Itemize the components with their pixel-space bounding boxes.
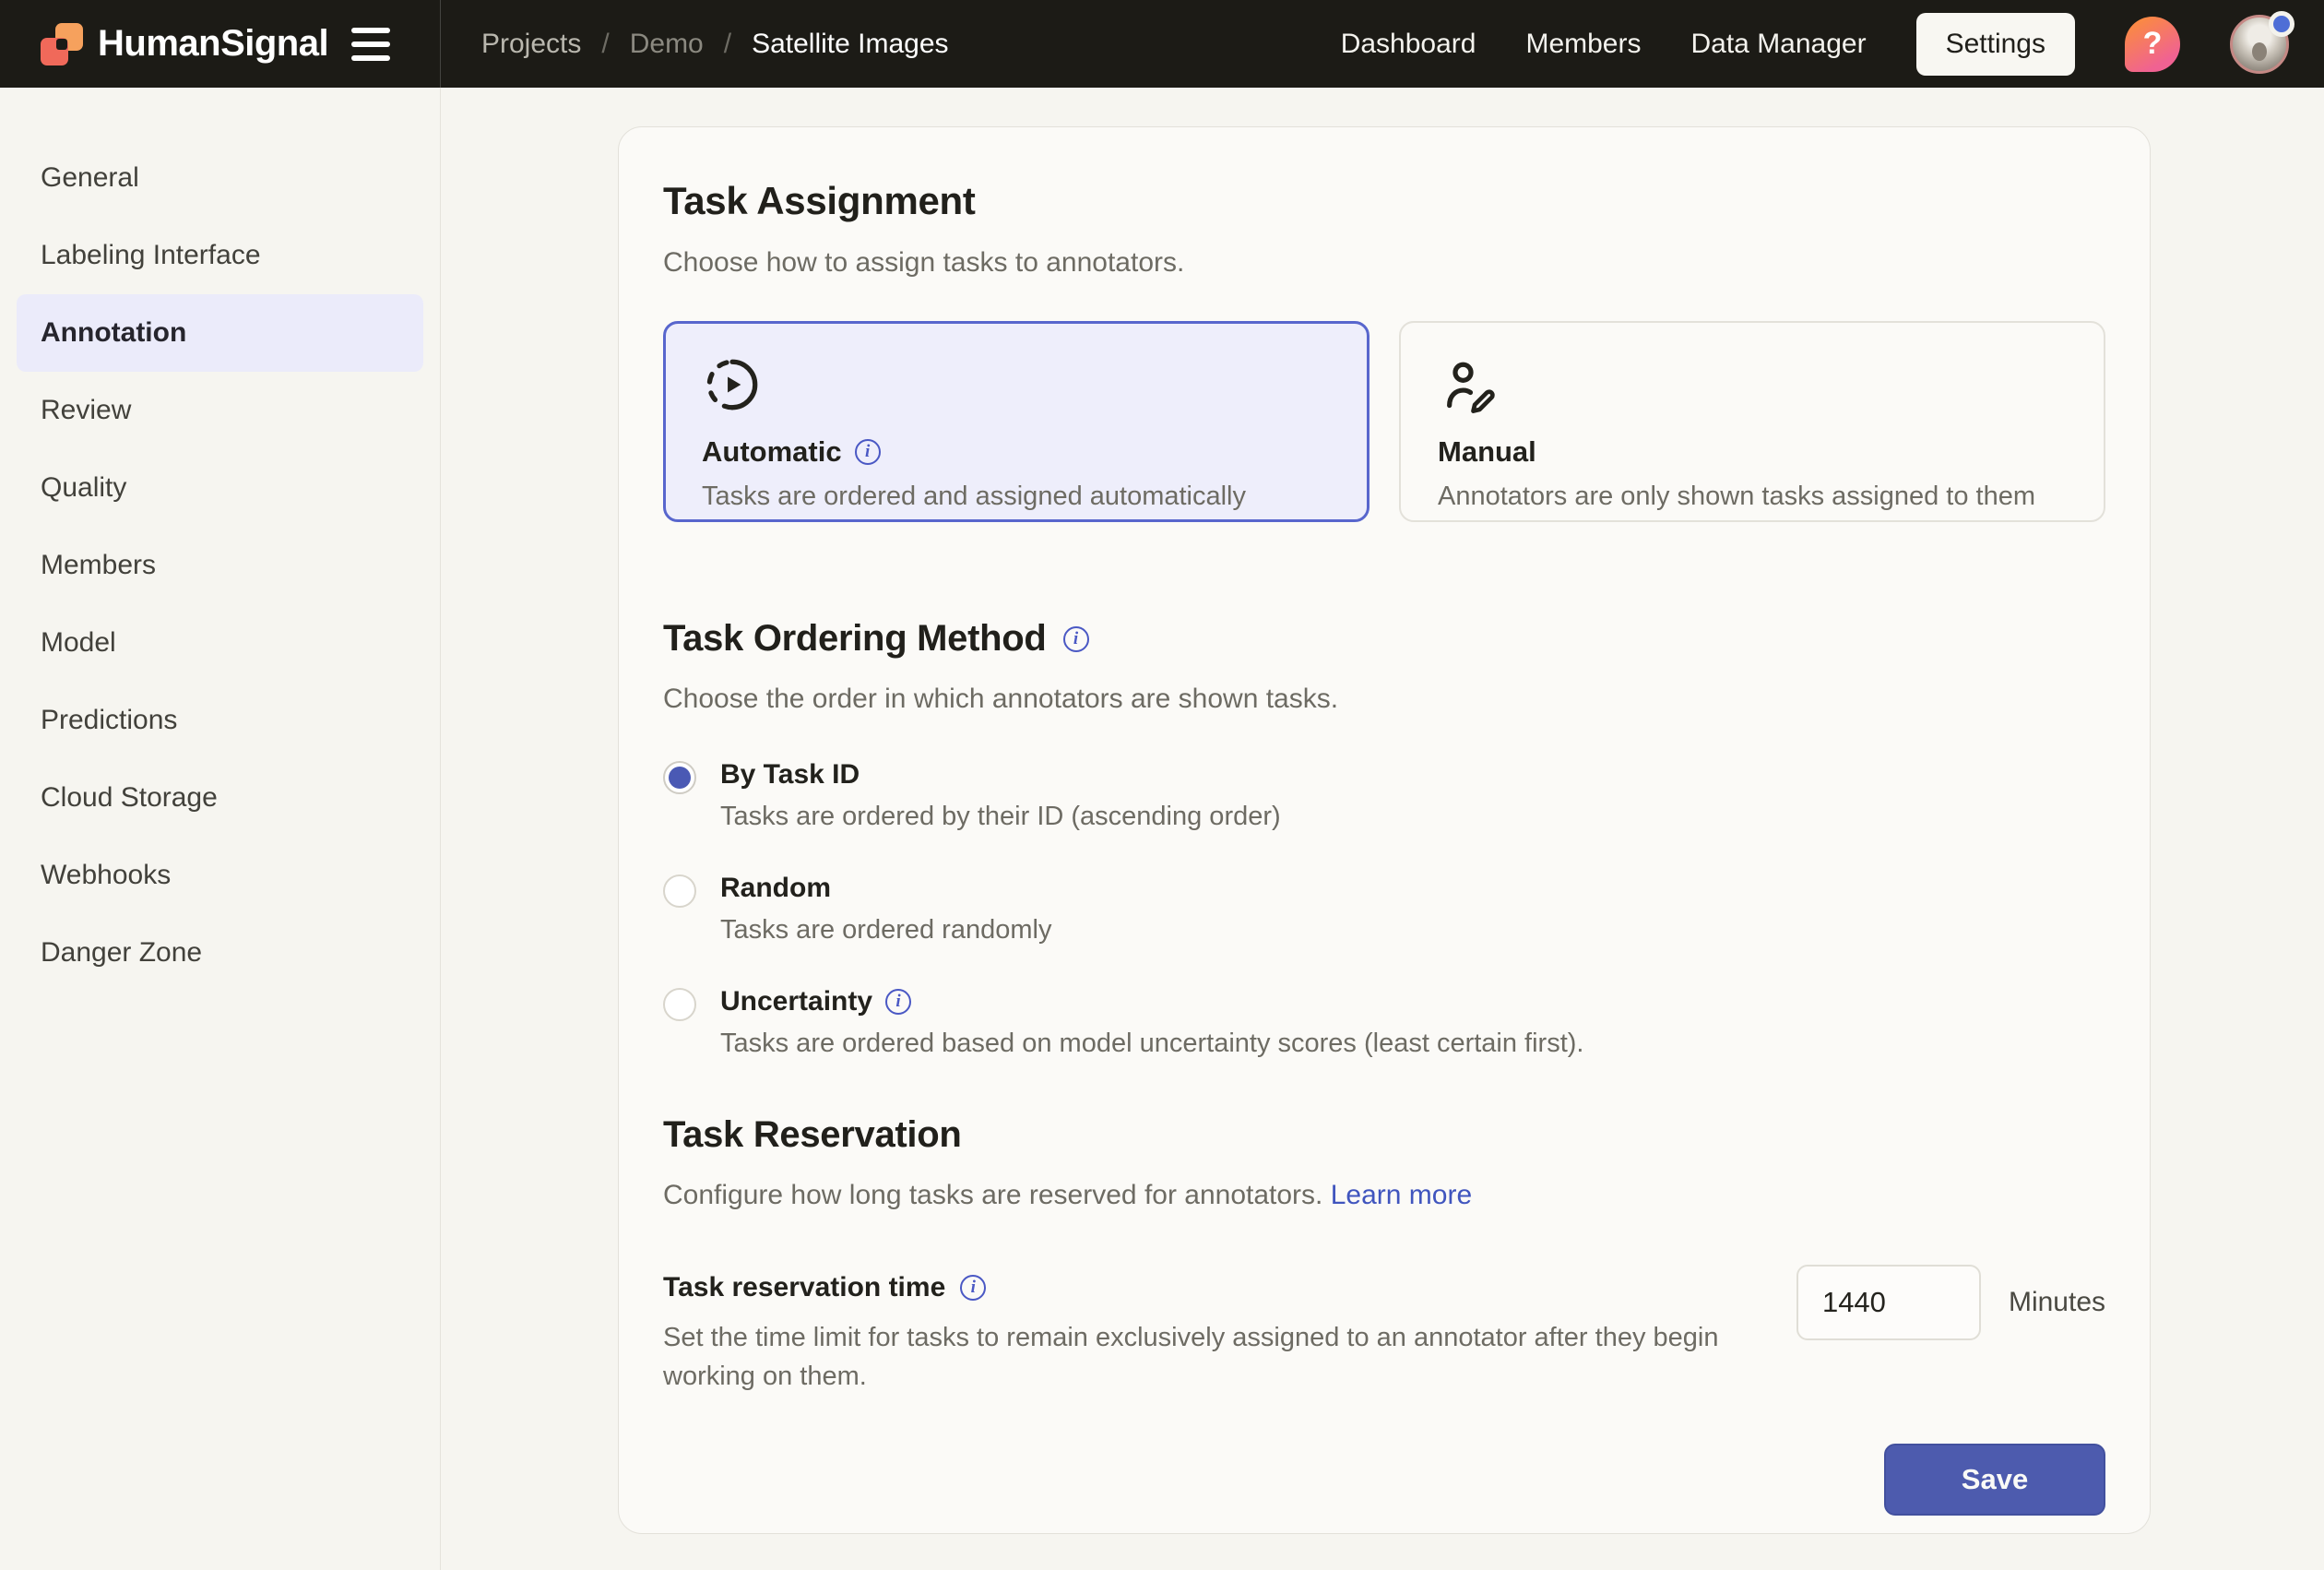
reservation-time-info-icon[interactable]: i — [960, 1275, 986, 1301]
user-avatar[interactable] — [2230, 15, 2289, 74]
by-task-id-label[interactable]: By Task ID — [720, 759, 860, 791]
annotation-settings-card: Task Assignment Choose how to assign tas… — [618, 126, 2151, 1534]
notification-badge — [2269, 11, 2294, 37]
topbar-nav: Dashboard Members Data Manager Settings … — [1341, 13, 2324, 76]
main-content: Task Assignment Choose how to assign tas… — [441, 88, 2324, 1570]
uncertainty-label[interactable]: Uncertainty — [720, 986, 872, 1017]
uncertainty-description: Tasks are ordered based on model uncerta… — [720, 1029, 2105, 1059]
assignment-options: Automatic i Tasks are ordered and assign… — [663, 321, 2105, 522]
task-ordering-subtitle: Choose the order in which annotators are… — [663, 684, 2105, 715]
reservation-time-description: Set the time limit for tasks to remain e… — [663, 1318, 1751, 1396]
task-ordering-info-icon[interactable]: i — [1063, 626, 1089, 652]
ordering-option-random: Random Tasks are ordered randomly — [663, 873, 2105, 946]
nav-members[interactable]: Members — [1525, 29, 1641, 60]
radio-by-task-id[interactable] — [663, 761, 696, 794]
breadcrumb-current-page: Satellite Images — [752, 29, 948, 60]
topbar: HumanSignal Projects / Demo / Satellite … — [0, 0, 2324, 88]
help-icon[interactable]: ? — [2125, 17, 2180, 72]
automatic-info-icon[interactable]: i — [855, 439, 881, 465]
learn-more-link[interactable]: Learn more — [1331, 1180, 1472, 1210]
automatic-option-label: Automatic — [702, 435, 842, 469]
assignment-option-manual[interactable]: Manual Annotators are only shown tasks a… — [1399, 321, 2105, 522]
settings-sidebar: General Labeling Interface Annotation Re… — [0, 88, 441, 1570]
manual-option-description: Annotators are only shown tasks assigned… — [1438, 482, 2067, 512]
reservation-time-input[interactable] — [1796, 1265, 1981, 1340]
ordering-option-uncertainty: Uncertainty i Tasks are ordered based on… — [663, 986, 2105, 1059]
sidebar-item-members[interactable]: Members — [0, 527, 440, 604]
save-button[interactable]: Save — [1884, 1444, 2105, 1516]
task-reservation-subtitle: Configure how long tasks are reserved fo… — [663, 1180, 2105, 1211]
breadcrumb-separator: / — [724, 29, 731, 60]
random-description: Tasks are ordered randomly — [720, 915, 2105, 946]
manual-option-label: Manual — [1438, 435, 1536, 469]
brand-logo[interactable]: HumanSignal — [41, 23, 328, 65]
settings-button[interactable]: Settings — [1916, 13, 2075, 76]
reservation-time-label: Task reservation time — [663, 1272, 945, 1303]
topbar-brand-zone: HumanSignal — [0, 0, 441, 88]
ordering-option-by-task-id: By Task ID Tasks are ordered by their ID… — [663, 759, 2105, 832]
nav-dashboard[interactable]: Dashboard — [1341, 29, 1476, 60]
sidebar-item-annotation[interactable]: Annotation — [17, 294, 423, 372]
breadcrumb-separator: / — [601, 29, 609, 60]
task-reservation-title: Task Reservation — [663, 1114, 962, 1156]
hamburger-menu-icon[interactable] — [346, 22, 396, 66]
breadcrumb-projects[interactable]: Projects — [481, 29, 581, 60]
sidebar-item-model[interactable]: Model — [0, 604, 440, 682]
sidebar-item-review[interactable]: Review — [0, 372, 440, 449]
sidebar-item-general[interactable]: General — [0, 139, 440, 217]
task-assignment-title: Task Assignment — [663, 179, 2105, 223]
sidebar-item-labeling-interface[interactable]: Labeling Interface — [0, 217, 440, 294]
assignment-option-automatic[interactable]: Automatic i Tasks are ordered and assign… — [663, 321, 1370, 522]
nav-data-manager[interactable]: Data Manager — [1690, 29, 1866, 60]
ordering-radio-group: By Task ID Tasks are ordered by their ID… — [663, 759, 2105, 1059]
task-ordering-title: Task Ordering Method — [663, 618, 1047, 660]
breadcrumb-project[interactable]: Demo — [630, 29, 704, 60]
sidebar-item-danger-zone[interactable]: Danger Zone — [0, 914, 440, 992]
automatic-option-description: Tasks are ordered and assigned automatic… — [702, 482, 1331, 512]
by-task-id-description: Tasks are ordered by their ID (ascending… — [720, 802, 2105, 832]
play-circle-dashed-icon — [702, 354, 1331, 415]
sidebar-item-cloud-storage[interactable]: Cloud Storage — [0, 759, 440, 837]
sidebar-item-quality[interactable]: Quality — [0, 449, 440, 527]
uncertainty-info-icon[interactable]: i — [885, 989, 911, 1015]
radio-uncertainty[interactable] — [663, 988, 696, 1021]
random-label[interactable]: Random — [720, 873, 831, 904]
brand-name: HumanSignal — [98, 23, 328, 65]
humansignal-logo-icon — [41, 23, 83, 65]
reservation-time-row: Task reservation time i Set the time lim… — [663, 1272, 2105, 1396]
sidebar-item-webhooks[interactable]: Webhooks — [0, 837, 440, 914]
minutes-unit-label: Minutes — [2009, 1287, 2105, 1318]
radio-random[interactable] — [663, 874, 696, 908]
sidebar-item-predictions[interactable]: Predictions — [0, 682, 440, 759]
breadcrumb: Projects / Demo / Satellite Images — [481, 29, 949, 60]
task-assignment-subtitle: Choose how to assign tasks to annotators… — [663, 247, 2105, 279]
user-edit-icon — [1438, 354, 2067, 415]
